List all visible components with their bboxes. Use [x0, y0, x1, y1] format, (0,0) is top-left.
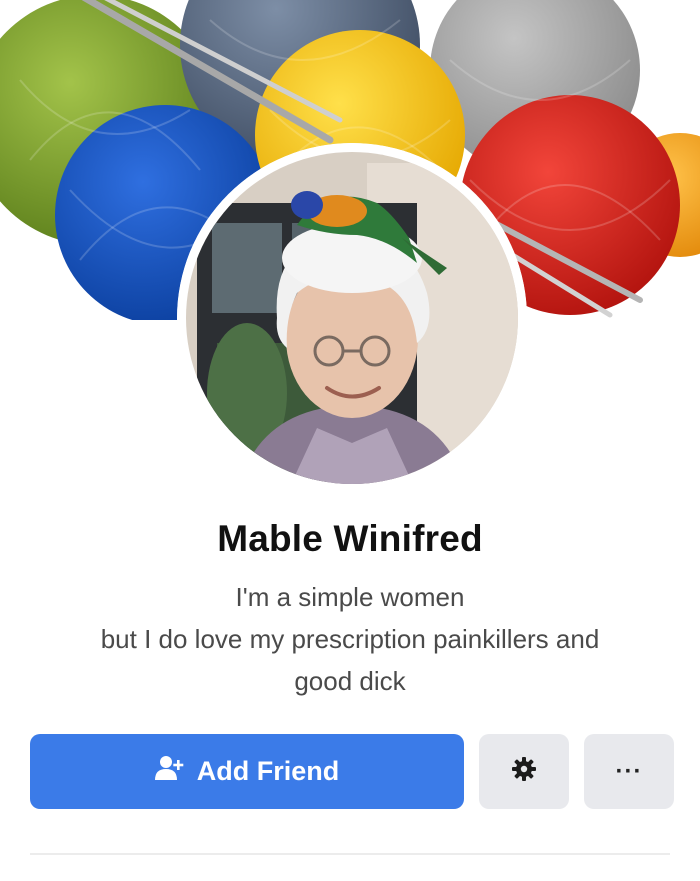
more-options-button[interactable]: ···: [584, 734, 674, 809]
profile-picture[interactable]: [177, 143, 527, 493]
gear-icon: [511, 756, 537, 787]
add-friend-label: Add Friend: [196, 756, 340, 786]
divider: [30, 853, 670, 855]
add-user-icon: [154, 755, 185, 788]
bio-line: but I do love my prescription painkiller…: [100, 624, 600, 654]
profile-bio: I'm a simple women but I do love my pres…: [20, 576, 680, 702]
settings-button[interactable]: [479, 734, 569, 809]
add-friend-button[interactable]: Add Friend: [30, 734, 464, 809]
profile-name: Mable Winifred: [217, 518, 483, 559]
bio-line: good dick: [294, 666, 406, 696]
bio-line: I'm a simple women: [235, 582, 465, 612]
more-icon: ···: [615, 757, 643, 785]
